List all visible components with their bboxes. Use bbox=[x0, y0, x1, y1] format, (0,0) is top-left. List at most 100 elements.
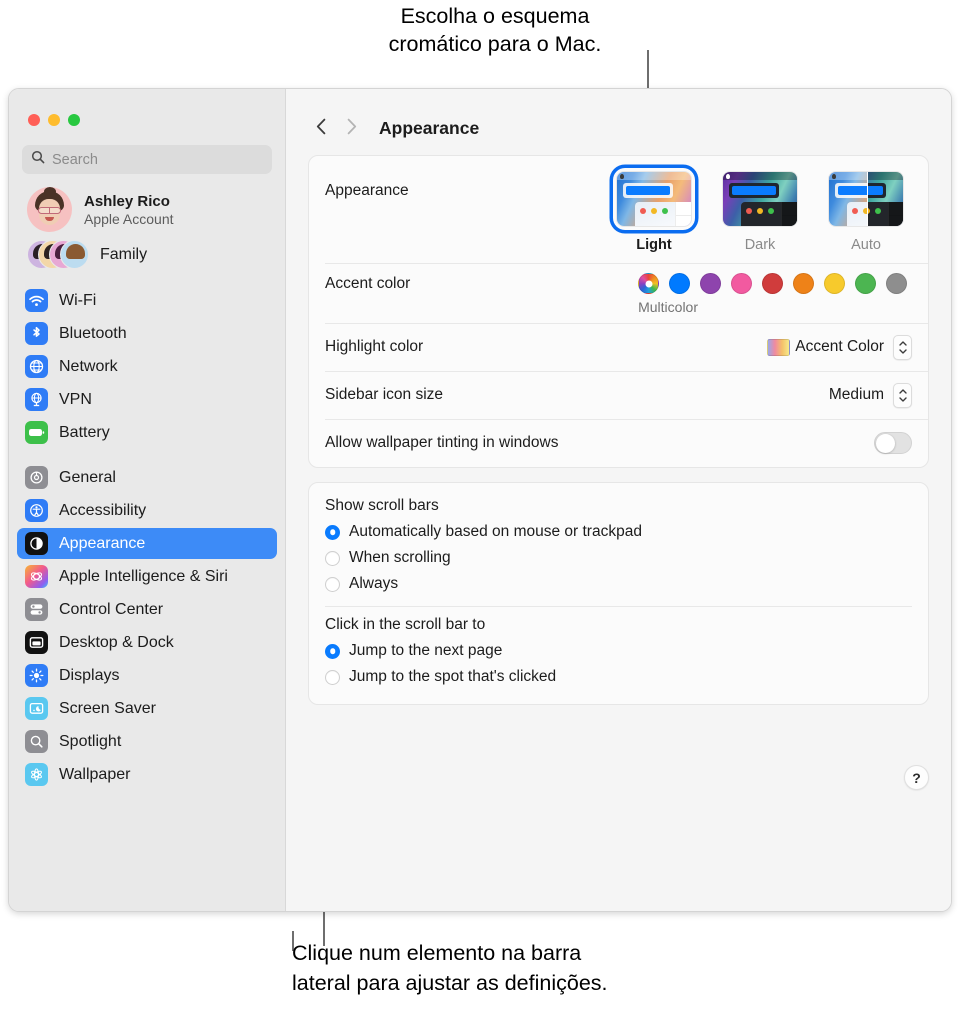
back-button[interactable] bbox=[308, 115, 334, 141]
chevron-up-down-icon[interactable] bbox=[893, 383, 912, 408]
highlight-color-swatch bbox=[767, 339, 790, 356]
window-controls bbox=[9, 89, 285, 126]
battery-icon bbox=[25, 421, 48, 444]
accent-swatch-pink[interactable] bbox=[731, 273, 752, 294]
dark-theme-thumbnail bbox=[722, 171, 798, 227]
sidebar-item-screen-saver[interactable]: Screen Saver bbox=[17, 693, 277, 724]
show-scroll-bars-title: Show scroll bars bbox=[325, 497, 912, 515]
sidebar-item-label: VPN bbox=[59, 391, 92, 409]
scroll-bars-option-when-scrolling[interactable]: When scrolling bbox=[325, 545, 912, 571]
accent-swatch-yellow[interactable] bbox=[824, 273, 845, 294]
auto-theme-thumbnail bbox=[828, 171, 904, 227]
sidebar-item-label: Wallpaper bbox=[59, 766, 130, 784]
appearance-options: Light bbox=[613, 168, 912, 253]
appearance-settings-card: Appearance bbox=[308, 155, 929, 468]
screen-saver-icon bbox=[25, 697, 48, 720]
accent-color-row: Accent color Multi bbox=[309, 263, 928, 323]
apple-account-row[interactable]: Ashley Rico Apple Account bbox=[9, 174, 285, 232]
accent-swatch-green[interactable] bbox=[855, 273, 876, 294]
radio-icon[interactable] bbox=[325, 525, 340, 540]
sidebar-item-spotlight[interactable]: Spotlight bbox=[17, 726, 277, 757]
accent-swatch-multicolor[interactable] bbox=[638, 273, 659, 294]
sidebar-item-appearance[interactable]: Appearance bbox=[17, 528, 277, 559]
wallpaper-tinting-label: Allow wallpaper tinting in windows bbox=[325, 434, 558, 452]
appearance-option-label: Auto bbox=[851, 237, 881, 253]
search-input[interactable] bbox=[52, 152, 263, 168]
search-field[interactable] bbox=[22, 145, 272, 174]
sidebar-group-separator bbox=[9, 450, 285, 462]
wallpaper-icon bbox=[25, 763, 48, 786]
forward-button[interactable] bbox=[338, 115, 364, 141]
radio-icon[interactable] bbox=[325, 644, 340, 659]
sidebar-item-battery[interactable]: Battery bbox=[17, 417, 277, 448]
search-icon bbox=[31, 150, 45, 169]
family-avatars bbox=[27, 240, 89, 270]
radio-label: Jump to the spot that's clicked bbox=[349, 668, 556, 686]
scroll-bar-click-title: Click in the scroll bar to bbox=[325, 616, 912, 634]
sidebar-item-label: Battery bbox=[59, 424, 110, 442]
accent-swatch-orange[interactable] bbox=[793, 273, 814, 294]
scroll-settings-card: Show scroll bars Automatically based on … bbox=[308, 482, 929, 705]
sidebar-item-network[interactable]: Network bbox=[17, 351, 277, 382]
chevron-up-down-icon[interactable] bbox=[893, 335, 912, 360]
accent-swatch-graphite[interactable] bbox=[886, 273, 907, 294]
sidebar-item-apple-intelligence-siri[interactable]: Apple Intelligence & Siri bbox=[17, 561, 277, 592]
sidebar-item-label: Appearance bbox=[59, 535, 145, 553]
sidebar-item-general[interactable]: General bbox=[17, 462, 277, 493]
sidebar-item-accessibility[interactable]: Accessibility bbox=[17, 495, 277, 526]
sidebar-item-bluetooth[interactable]: Bluetooth bbox=[17, 318, 277, 349]
radio-icon[interactable] bbox=[325, 551, 340, 566]
wallpaper-tinting-toggle[interactable] bbox=[874, 432, 912, 454]
appearance-icon bbox=[25, 532, 48, 555]
highlight-color-popup[interactable]: Accent Color bbox=[767, 335, 912, 360]
vpn-icon bbox=[25, 388, 48, 411]
scroll-bars-option-automatic[interactable]: Automatically based on mouse or trackpad bbox=[325, 519, 912, 545]
sidebar-icon-size-popup[interactable]: Medium bbox=[829, 383, 912, 408]
accent-swatch-red[interactable] bbox=[762, 273, 783, 294]
appearance-option-label: Dark bbox=[745, 237, 776, 253]
section-divider bbox=[325, 606, 912, 607]
appearance-label: Appearance bbox=[325, 168, 409, 200]
sidebar-item-wallpaper[interactable]: Wallpaper bbox=[17, 759, 277, 790]
radio-label: When scrolling bbox=[349, 549, 451, 567]
sidebar-item-wi-fi[interactable]: Wi-Fi bbox=[17, 285, 277, 316]
radio-icon[interactable] bbox=[325, 577, 340, 592]
globe-icon bbox=[25, 355, 48, 378]
siri-icon bbox=[25, 565, 48, 588]
scroll-bars-option-always[interactable]: Always bbox=[325, 571, 912, 597]
sidebar-item-control-center[interactable]: Control Center bbox=[17, 594, 277, 625]
content-pane: Appearance Appearance bbox=[286, 89, 951, 911]
minimize-button[interactable] bbox=[48, 114, 60, 126]
accent-color-label: Accent color bbox=[325, 275, 410, 293]
radio-label: Always bbox=[349, 575, 398, 593]
wallpaper-tinting-row: Allow wallpaper tinting in windows bbox=[309, 419, 928, 467]
callout-bottom-text: Clique num elemento na barra lateral par… bbox=[292, 938, 752, 998]
wifi-icon bbox=[25, 289, 48, 312]
appearance-option-auto[interactable]: Auto bbox=[825, 168, 907, 253]
avatar bbox=[27, 187, 72, 232]
sidebar-item-label: Spotlight bbox=[59, 733, 121, 751]
appearance-option-dark[interactable]: Dark bbox=[719, 168, 801, 253]
sidebar-item-family[interactable]: Family bbox=[9, 232, 285, 270]
sidebar-item-desktop-dock[interactable]: Desktop & Dock bbox=[17, 627, 277, 658]
sidebar-group-network: Wi-Fi Bluetooth Network bbox=[9, 285, 285, 448]
accent-swatch-purple[interactable] bbox=[700, 273, 721, 294]
appearance-option-label: Light bbox=[636, 237, 671, 253]
radio-label: Automatically based on mouse or trackpad bbox=[349, 523, 642, 541]
sidebar-item-displays[interactable]: Displays bbox=[17, 660, 277, 691]
zoom-button[interactable] bbox=[68, 114, 80, 126]
sidebar-item-vpn[interactable]: VPN bbox=[17, 384, 277, 415]
system-settings-window: Ashley Rico Apple Account Family bbox=[8, 88, 952, 912]
scroll-click-option-spot-clicked[interactable]: Jump to the spot that's clicked bbox=[325, 664, 912, 690]
sidebar-item-label: Control Center bbox=[59, 601, 163, 619]
close-button[interactable] bbox=[28, 114, 40, 126]
help-button[interactable]: ? bbox=[904, 765, 929, 790]
scroll-click-option-next-page[interactable]: Jump to the next page bbox=[325, 638, 912, 664]
gear-icon bbox=[25, 466, 48, 489]
toolbar: Appearance bbox=[286, 89, 951, 141]
accent-swatch-blue[interactable] bbox=[669, 273, 690, 294]
chevron-left-icon bbox=[316, 118, 327, 138]
appearance-option-light[interactable]: Light bbox=[613, 168, 695, 253]
sidebar-item-label: Displays bbox=[59, 667, 119, 685]
radio-icon[interactable] bbox=[325, 670, 340, 685]
